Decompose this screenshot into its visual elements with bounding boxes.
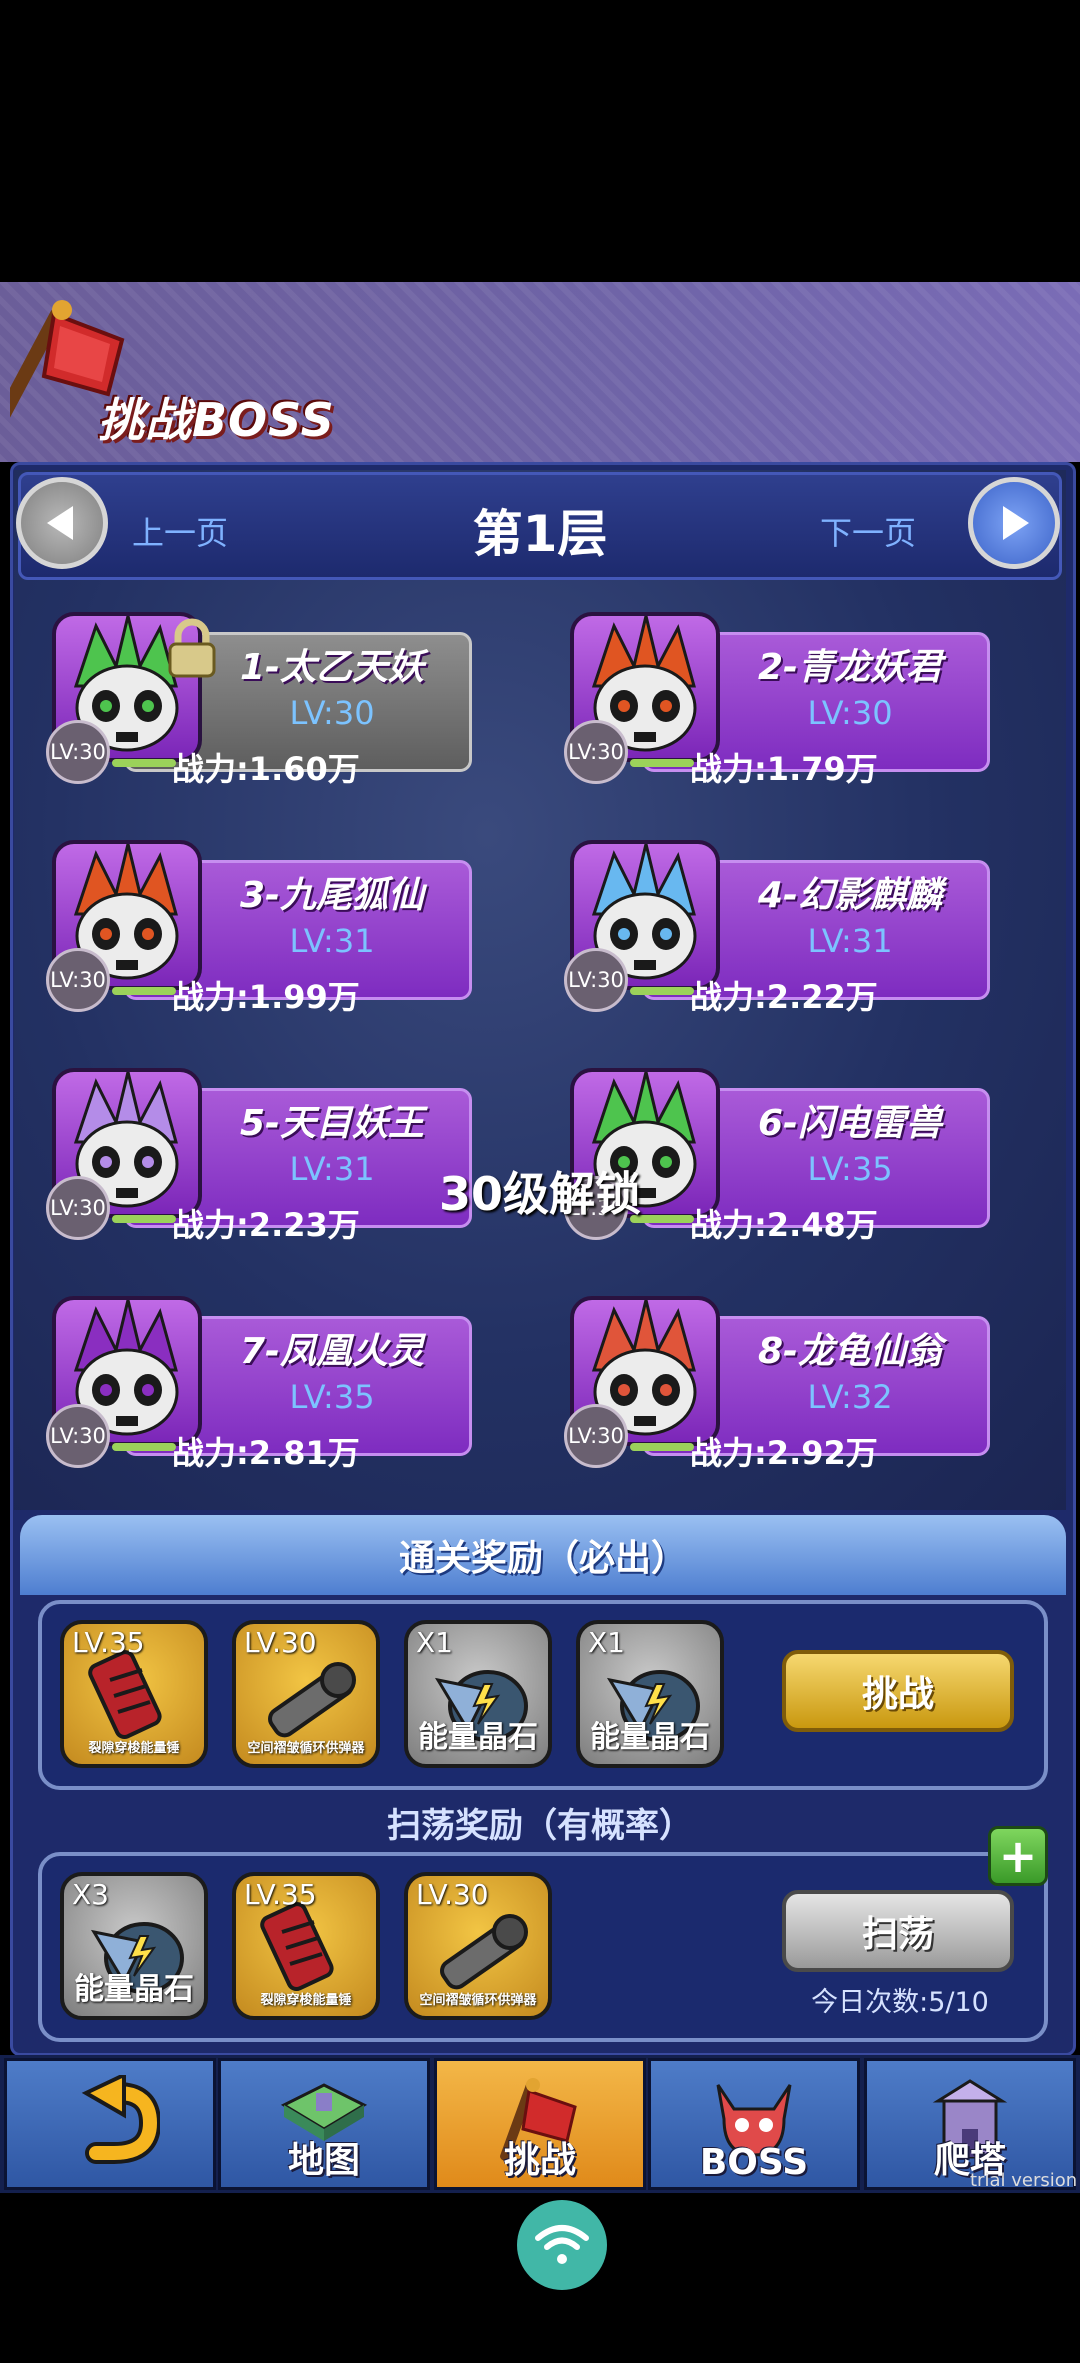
boss-level: LV:32 [807,1378,893,1416]
boss-level: LV:30 [807,694,893,732]
player-level-badge: LV:30 [46,948,110,1012]
reward-item[interactable]: LV.30 空间褶皱循环供弹器 [232,1620,380,1768]
next-page-button[interactable] [968,477,1060,569]
back-arrow-icon [60,2071,162,2169]
daily-count: 今日次数:5/10 [811,1987,989,2018]
level-progress-bar [112,987,176,995]
boss-power: 战力:2.22万 [690,978,878,1016]
nav-tab-label: BOSS [699,2142,809,2183]
boss-name: 5-天目妖王 [240,1103,424,1144]
reward-name: 空间褶皱循环供弹器 [419,1993,537,2008]
level-progress-bar [630,759,694,767]
cannon-icon [440,1914,528,1990]
sweep-reward-title: 扫荡奖励（有概率） [387,1806,693,1846]
boss-card[interactable]: 2-青龙妖君 LV:30 战力:1.79万 LV:30 [564,612,990,788]
reward-item[interactable]: LV.30 空间褶皱循环供弹器 [404,1872,552,2020]
player-level-badge: LV:30 [564,1404,628,1468]
boss-name: 1-太乙天妖 [240,647,424,688]
level-progress-bar [112,759,176,767]
reward-item[interactable]: X1 能量晶石 [576,1620,724,1768]
level-progress-bar [630,1443,694,1451]
boss-name: 7-凤凰火灵 [240,1331,424,1372]
reward-item[interactable]: X1 能量晶石 [404,1620,552,1768]
hammer-icon [260,1902,334,1992]
reward-name: 能量晶石 [74,1972,194,2007]
lock-icon [168,618,216,678]
player-level-badge: LV:30 [46,1404,110,1468]
clear-reward-title: 通关奖励（必出） [398,1538,687,1579]
boss-name: 3-九尾狐仙 [240,875,424,916]
boss-power: 战力:1.79万 [690,750,878,788]
boss-card[interactable]: 3-九尾狐仙 LV:31 战力:1.99万 LV:30 [46,840,472,1016]
clear-reward-header: 通关奖励（必出） [20,1515,1066,1595]
boss-level: LV:35 [289,1378,375,1416]
nav-tab-back-arrow[interactable] [4,2058,216,2190]
reward-tag: LV.35 [244,1878,317,1911]
wifi-button[interactable] [517,2200,607,2290]
boss-name: 2-青龙妖君 [758,647,942,688]
nav-tab-label: 挑战 [503,2140,576,2181]
boss-name: 8-龙龟仙翁 [758,1331,942,1372]
reward-tag: X3 [72,1878,109,1911]
player-level-badge: LV:30 [46,720,110,784]
nav-tab-label: 地图 [287,2140,360,2181]
boss-card[interactable]: 7-凤凰火灵 LV:35 战力:2.81万 LV:30 [46,1296,472,1472]
boss-card[interactable]: 8-龙龟仙翁 LV:32 战力:2.92万 LV:30 [564,1296,990,1472]
unlock-notice: 30级解锁 [438,1167,641,1221]
reward-name: 能量晶石 [590,1720,710,1755]
boss-name: 4-幻影麒麟 [758,875,942,916]
reward-tag: LV.30 [416,1878,489,1911]
boss-card[interactable]: 1-太乙天妖 LV:30 战力:1.60万 LV:30 [46,612,472,788]
watermark: trial version [970,2170,1078,2191]
page-header: 挑战BOSS [0,282,1080,462]
level-progress-bar [112,1443,176,1451]
reward-item[interactable]: LV.35 裂隙穿梭能量锤 [60,1620,208,1768]
page-title: 挑战BOSS [98,393,335,447]
reward-tag: X1 [588,1626,625,1659]
level-progress-bar [630,987,694,995]
boss-level: LV:31 [807,922,893,960]
boss-name: 6-闪电雷兽 [758,1103,942,1144]
cannon-icon [268,1662,356,1738]
player-level-badge: LV:30 [564,948,628,1012]
boss-power: 战力:1.99万 [172,978,360,1016]
hammer-icon [88,1650,162,1740]
boss-power: 战力:1.60万 [172,750,360,788]
reward-name: 能量晶石 [418,1720,538,1755]
reward-tag: X1 [416,1626,453,1659]
reward-name: 空间褶皱循环供弹器 [247,1741,365,1756]
add-sweep-button[interactable]: + [988,1826,1048,1886]
reward-item[interactable]: X3 能量晶石 [60,1872,208,2020]
next-page-link[interactable]: 下一页 [820,508,916,554]
wifi-icon [535,2225,589,2264]
nav-tab-flag[interactable]: 挑战 [434,2058,646,2190]
boss-card[interactable]: 4-幻影麒麟 LV:31 战力:2.22万 LV:30 [564,840,990,1016]
boss-level: LV:31 [289,922,375,960]
challenge-button[interactable]: 挑战 [782,1650,1014,1732]
reward-tag: LV.35 [72,1626,145,1659]
nav-tab-map[interactable]: 地图 [218,2058,430,2190]
reward-name: 裂隙穿梭能量锤 [88,1741,180,1756]
arrow-right-icon [1003,506,1029,540]
player-level-badge: LV:30 [564,720,628,784]
boss-power: 战力:2.92万 [690,1434,878,1472]
boss-level: LV:30 [289,694,375,732]
boss-power: 战力:2.81万 [172,1434,360,1472]
floor-title: 第1层 [472,505,608,563]
reward-item[interactable]: LV.35 裂隙穿梭能量锤 [232,1872,380,2020]
reward-tag: LV.30 [244,1626,317,1659]
reward-name: 裂隙穿梭能量锤 [260,1993,352,2008]
nav-tab-demon[interactable]: BOSS [648,2058,860,2190]
sweep-button[interactable]: 扫荡 [782,1890,1014,1972]
